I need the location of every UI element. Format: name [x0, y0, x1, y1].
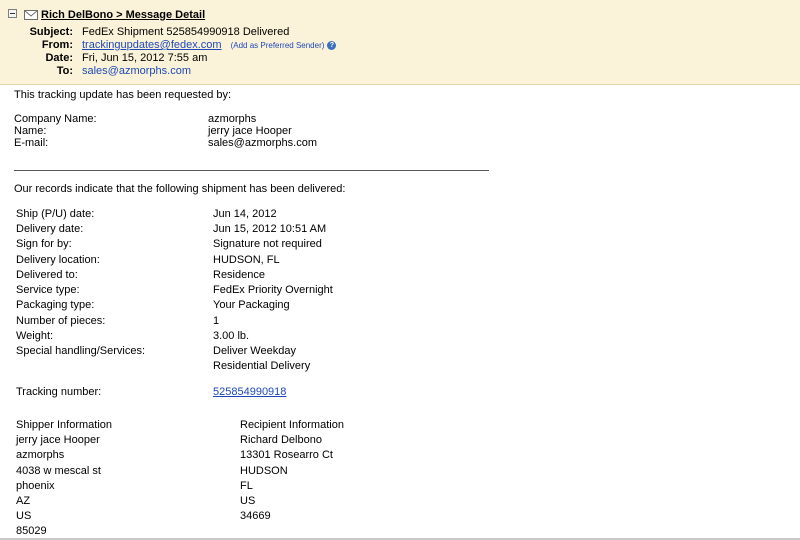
detail-label: Packaging type:: [16, 299, 95, 311]
detail-label: Weight:: [16, 330, 54, 342]
detail-label: Ship (P/U) date:: [16, 208, 95, 220]
to-email-link[interactable]: sales@azmorphs.com: [82, 65, 191, 77]
recipient-line: 13301 Rosearro Ct: [240, 449, 333, 461]
recipient-heading: Recipient Information: [240, 419, 344, 431]
date-value: Fri, Jun 15, 2012 7:55 am: [82, 52, 208, 64]
recipient-line: 34669: [240, 510, 271, 522]
detail-value: FedEx Priority Overnight: [213, 284, 333, 296]
recipient-line: FL: [240, 480, 253, 492]
help-icon[interactable]: ?: [327, 41, 337, 50]
detail-value: Jun 14, 2012: [213, 208, 277, 220]
date-label: Date:: [45, 52, 73, 64]
recipient-line: Richard Delbono: [240, 434, 322, 446]
message-header: Rich DelBono > Message Detail Subject: F…: [0, 0, 800, 85]
detail-label: Delivered to:: [16, 269, 78, 281]
name-value: jerry jace Hooper: [208, 125, 292, 137]
shipper-line: azmorphs: [16, 449, 65, 461]
detail-value: Residential Delivery: [213, 360, 311, 372]
shipper-line: 4038 w mescal st: [16, 465, 101, 477]
detail-value: Residence: [213, 269, 265, 281]
detail-label: Sign for by:: [16, 238, 72, 250]
email-label: E-mail:: [14, 137, 49, 149]
shipper-line: AZ: [16, 495, 31, 507]
shipper-heading: Shipper Information: [16, 419, 112, 431]
detail-value: Jun 15, 2012 10:51 AM: [213, 223, 327, 235]
sender-link[interactable]: Rich DelBono > Message Detail: [41, 9, 205, 21]
collapse-icon[interactable]: [8, 9, 17, 18]
detail-label: Service type:: [16, 284, 80, 296]
recipient-line: US: [240, 495, 256, 507]
divider: [14, 170, 489, 171]
shipper-line: jerry jace Hooper: [16, 434, 100, 446]
detail-value: Deliver Weekday: [213, 345, 296, 357]
shipper-line: phoenix: [16, 480, 55, 492]
email-value: sales@azmorphs.com: [208, 137, 317, 149]
to-label: To:: [56, 65, 73, 77]
from-email-link[interactable]: trackingupdates@fedex.com: [82, 39, 222, 51]
shipper-line: US: [16, 510, 32, 522]
add-preferred-sender-link[interactable]: (Add as Preferred Sender): [231, 41, 325, 50]
from-row: trackingupdates@fedex.com (Add as Preferr…: [82, 39, 337, 51]
envelope-icon: [24, 10, 38, 20]
company-value: azmorphs: [208, 113, 257, 125]
detail-label: Special handling/Services:: [16, 345, 146, 357]
detail-value: 1: [213, 315, 220, 327]
detail-label: Delivery date:: [16, 223, 84, 235]
detail-label: Delivery location:: [16, 254, 100, 266]
detail-value: Your Packaging: [213, 299, 290, 311]
subject-value: FedEx Shipment 525854990918 Delivered: [82, 26, 290, 38]
detail-value: HUDSON, FL: [213, 254, 280, 266]
message-title: Rich DelBono > Message Detail: [41, 9, 205, 21]
intro-text: This tracking update has been requested …: [14, 89, 232, 101]
shipper-line: 85029: [16, 525, 47, 537]
detail-label: Number of pieces:: [16, 315, 106, 327]
records-intro: Our records indicate that the following …: [14, 183, 346, 195]
detail-value: 3.00 lb.: [213, 330, 250, 342]
from-label: From:: [41, 39, 73, 51]
tracking-number-link[interactable]: 525854990918: [213, 386, 286, 398]
detail-value: Signature not required: [213, 238, 322, 250]
company-label: Company Name:: [14, 113, 97, 125]
recipient-line: HUDSON: [240, 465, 288, 477]
tracking-label: Tracking number:: [16, 386, 102, 398]
subject-label: Subject:: [29, 26, 73, 38]
name-label: Name:: [14, 125, 47, 137]
